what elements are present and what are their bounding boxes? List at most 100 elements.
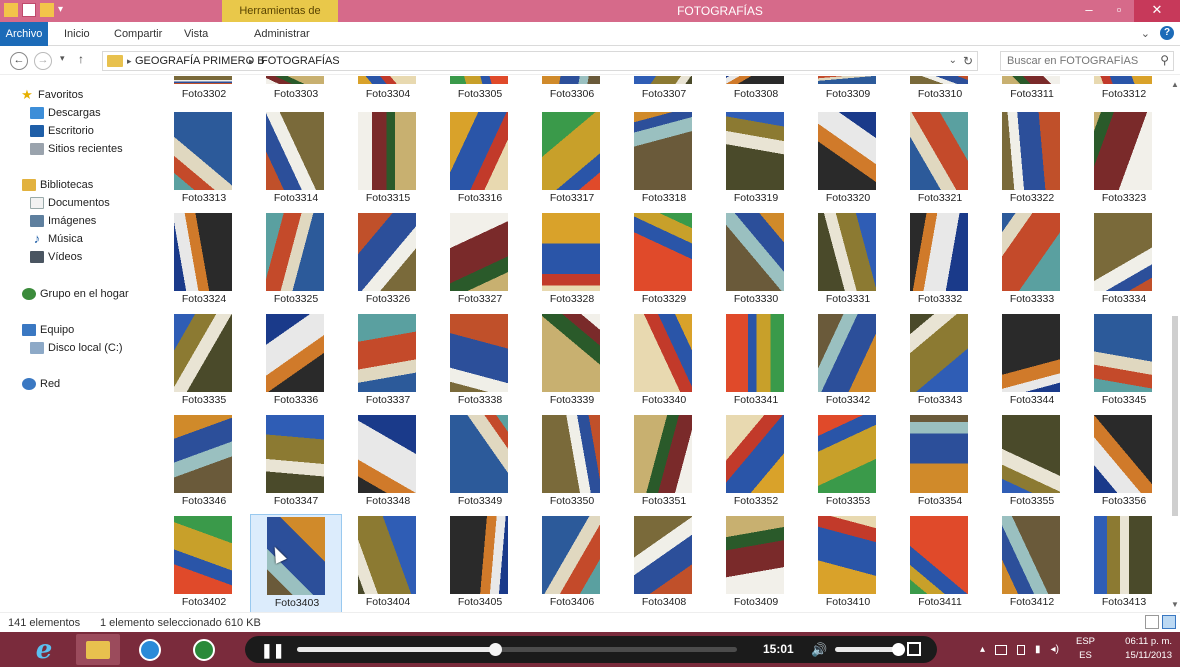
vertical-scrollbar[interactable]: ▲ ▼ xyxy=(1170,76,1180,612)
maximize-button[interactable]: ▫ xyxy=(1104,0,1134,22)
file-item[interactable]: Foto3318 xyxy=(618,110,710,210)
file-item[interactable]: Foto3411 xyxy=(894,514,986,612)
file-item[interactable]: Foto3348 xyxy=(342,413,434,513)
file-item[interactable]: Foto3337 xyxy=(342,312,434,412)
file-item[interactable]: Foto3336 xyxy=(250,312,342,412)
file-item[interactable]: Foto3350 xyxy=(526,413,618,513)
file-item[interactable]: Foto3303 xyxy=(250,76,342,106)
action-center-icon[interactable] xyxy=(995,644,1008,655)
file-item[interactable]: Foto3355 xyxy=(986,413,1078,513)
file-item[interactable]: Foto3312 xyxy=(1078,76,1170,106)
file-item[interactable]: Foto3306 xyxy=(526,76,618,106)
file-item[interactable]: Foto3326 xyxy=(342,211,434,311)
file-item[interactable]: Foto3309 xyxy=(802,76,894,106)
large-icons-view-icon[interactable] xyxy=(1162,615,1176,629)
file-item[interactable]: Foto3323 xyxy=(1078,110,1170,210)
nav-imagenes[interactable]: Imágenes xyxy=(30,212,96,230)
volume-slider[interactable] xyxy=(835,643,905,656)
file-item[interactable]: Foto3331 xyxy=(802,211,894,311)
tab-vista[interactable]: Vista xyxy=(184,22,208,46)
recent-locations-button[interactable]: ▾ xyxy=(60,53,65,64)
details-view-icon[interactable] xyxy=(1145,615,1159,629)
help-icon[interactable]: ? xyxy=(1160,26,1174,40)
file-item[interactable]: Foto3354 xyxy=(894,413,986,513)
file-item[interactable]: Foto3346 xyxy=(158,413,250,513)
file-item[interactable]: Foto3339 xyxy=(526,312,618,412)
nav-favoritos[interactable]: ★ Favoritos xyxy=(20,86,83,104)
file-item[interactable]: Foto3347 xyxy=(250,413,342,513)
nav-documentos[interactable]: Documentos xyxy=(30,194,110,212)
file-item[interactable]: Foto3341 xyxy=(710,312,802,412)
seek-bar[interactable] xyxy=(297,643,737,656)
battery-icon[interactable] xyxy=(1017,644,1026,655)
file-item[interactable]: Foto3317 xyxy=(526,110,618,210)
file-item[interactable]: Foto3316 xyxy=(434,110,526,210)
file-item[interactable]: Foto3315 xyxy=(342,110,434,210)
file-item[interactable]: Foto3319 xyxy=(710,110,802,210)
folder-icon[interactable] xyxy=(4,3,18,17)
internet-explorer-button[interactable]: e xyxy=(22,634,66,665)
address-dropdown-icon[interactable]: ⌄ xyxy=(949,52,957,70)
file-item[interactable]: Foto3320 xyxy=(802,110,894,210)
fullscreen-icon[interactable] xyxy=(907,642,921,656)
file-item[interactable]: Foto3335 xyxy=(158,312,250,412)
nav-videos[interactable]: Vídeos xyxy=(30,248,82,266)
file-item[interactable]: Foto3308 xyxy=(710,76,802,106)
media-player-button[interactable] xyxy=(182,634,226,665)
breadcrumb-separator[interactable]: ▸ xyxy=(127,52,132,70)
breadcrumb-fotografias[interactable]: FOTOGRAFÍAS xyxy=(261,52,340,70)
file-item[interactable]: Foto3314 xyxy=(250,110,342,210)
volume-icon[interactable]: 🔊 xyxy=(811,636,827,663)
scrollbar-thumb[interactable] xyxy=(1172,316,1178,516)
file-item[interactable]: Foto3338 xyxy=(434,312,526,412)
file-item[interactable]: Foto3403 xyxy=(250,514,342,612)
file-item[interactable]: Foto3340 xyxy=(618,312,710,412)
file-item[interactable]: Foto3325 xyxy=(250,211,342,311)
file-item[interactable]: Foto3404 xyxy=(342,514,434,612)
close-button[interactable]: ✕ xyxy=(1134,0,1180,22)
search-icon[interactable]: ⚲ xyxy=(1160,53,1169,67)
file-item[interactable]: Foto3409 xyxy=(710,514,802,612)
file-item[interactable]: Foto3342 xyxy=(802,312,894,412)
file-item[interactable]: Foto3344 xyxy=(986,312,1078,412)
tab-compartir[interactable]: Compartir xyxy=(114,22,162,46)
file-item[interactable]: Foto3302 xyxy=(158,76,250,106)
clock[interactable]: 06:11 p. m. 15/11/2013 xyxy=(1106,635,1172,663)
file-item[interactable]: Foto3307 xyxy=(618,76,710,106)
file-item[interactable]: Foto3408 xyxy=(618,514,710,612)
file-item[interactable]: Foto3305 xyxy=(434,76,526,106)
search-input[interactable] xyxy=(1001,52,1151,70)
file-item[interactable]: Foto3343 xyxy=(894,312,986,412)
show-hidden-icons-icon[interactable]: ▴ xyxy=(980,644,985,655)
nav-grupo-hogar[interactable]: Grupo en el hogar xyxy=(22,285,129,303)
scroll-down-icon[interactable]: ▼ xyxy=(1171,600,1179,609)
scroll-up-icon[interactable]: ▲ xyxy=(1171,80,1179,89)
tab-administrar[interactable]: Administrar xyxy=(254,22,310,46)
input-language[interactable]: ESP ES xyxy=(1076,635,1095,663)
nav-red[interactable]: Red xyxy=(22,375,60,393)
properties-icon[interactable] xyxy=(22,3,36,17)
file-item[interactable]: Foto3351 xyxy=(618,413,710,513)
nav-bibliotecas[interactable]: Bibliotecas xyxy=(22,176,93,194)
file-item[interactable]: Foto3345 xyxy=(1078,312,1170,412)
file-item[interactable]: Foto3412 xyxy=(986,514,1078,612)
seek-handle[interactable] xyxy=(489,643,502,656)
file-item[interactable]: Foto3353 xyxy=(802,413,894,513)
file-item[interactable]: Foto3329 xyxy=(618,211,710,311)
nav-descargas[interactable]: Descargas xyxy=(30,104,101,122)
speaker-icon[interactable]: ◂) xyxy=(1051,644,1059,655)
customize-toolbar-icon[interactable]: ▾ xyxy=(58,3,68,17)
minimize-button[interactable]: – xyxy=(1074,0,1104,22)
expand-ribbon-icon[interactable]: ⌄ xyxy=(1141,27,1150,40)
media-center-button[interactable] xyxy=(128,634,172,665)
new-folder-icon[interactable] xyxy=(40,3,54,17)
nav-musica[interactable]: ♪ Música xyxy=(30,230,83,248)
tab-archivo[interactable]: Archivo xyxy=(0,22,48,46)
file-item[interactable]: Foto3402 xyxy=(158,514,250,612)
volume-handle[interactable] xyxy=(892,643,905,656)
file-item[interactable]: Foto3413 xyxy=(1078,514,1170,612)
nav-escritorio[interactable]: Escritorio xyxy=(30,122,94,140)
nav-equipo[interactable]: Equipo xyxy=(22,321,74,339)
file-item[interactable]: Foto3410 xyxy=(802,514,894,612)
file-item[interactable]: Foto3406 xyxy=(526,514,618,612)
